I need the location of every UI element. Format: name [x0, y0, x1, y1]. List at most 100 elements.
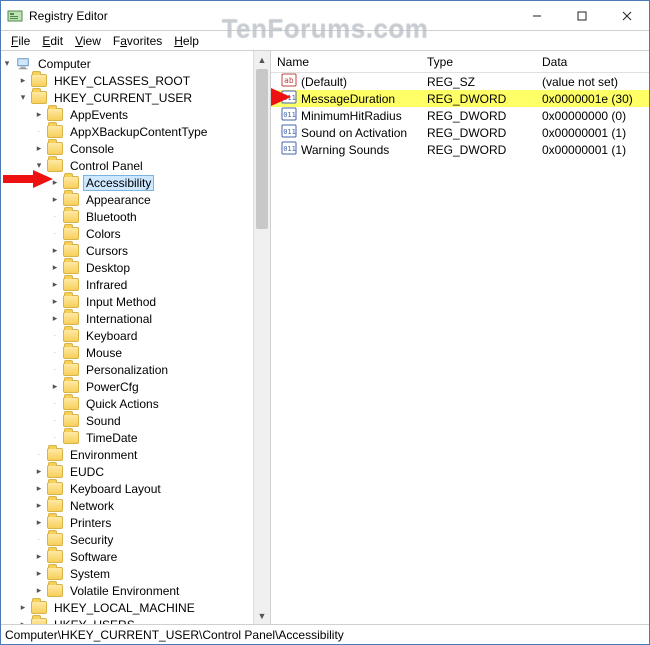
expand-toggle[interactable]: ·	[33, 534, 45, 546]
menu-edit[interactable]: Edit	[36, 32, 69, 50]
expand-toggle[interactable]: ·	[49, 398, 61, 410]
tree-node-desktop[interactable]: ▸Desktop	[1, 259, 270, 276]
tree-node-computer[interactable]: ▾Computer	[1, 55, 270, 72]
tree-node-timedate[interactable]: ·TimeDate	[1, 429, 270, 446]
expand-toggle[interactable]: ▸	[17, 619, 29, 625]
tree-node-quickactions[interactable]: ·Quick Actions	[1, 395, 270, 412]
expand-toggle[interactable]: ▸	[33, 500, 45, 512]
close-button[interactable]	[604, 1, 649, 30]
expand-toggle[interactable]: ▾	[1, 58, 13, 70]
list-row[interactable]: 011Sound on ActivationREG_DWORD0x0000000…	[271, 124, 649, 141]
value-name: MessageDuration	[301, 92, 395, 106]
values-pane[interactable]: Name Type Data ab(Default)REG_SZ(value n…	[271, 51, 649, 624]
column-header-type[interactable]: Type	[421, 55, 536, 69]
tree-node-environment[interactable]: ·Environment	[1, 446, 270, 463]
tree-node-hkcu[interactable]: ▾HKEY_CURRENT_USER	[1, 89, 270, 106]
tree-node-printers[interactable]: ▸Printers	[1, 514, 270, 531]
tree-node-keyboardlayout[interactable]: ▸Keyboard Layout	[1, 480, 270, 497]
menu-help[interactable]: Help	[168, 32, 205, 50]
expand-toggle[interactable]: ▸	[49, 194, 61, 206]
expand-toggle[interactable]: ▸	[49, 262, 61, 274]
menu-view[interactable]: View	[69, 32, 107, 50]
scroll-thumb[interactable]	[256, 69, 268, 229]
tree-node-console[interactable]: ▸Console	[1, 140, 270, 157]
expand-toggle[interactable]: ·	[33, 449, 45, 461]
expand-toggle[interactable]: ▸	[49, 245, 61, 257]
tree-node-personalization[interactable]: ·Personalization	[1, 361, 270, 378]
list-header: Name Type Data	[271, 51, 649, 73]
expand-toggle[interactable]: ▸	[49, 177, 61, 189]
tree-node-cursors[interactable]: ▸Cursors	[1, 242, 270, 259]
scroll-down-icon[interactable]: ▼	[254, 607, 270, 624]
expand-toggle[interactable]: ·	[49, 415, 61, 427]
tree-scrollbar[interactable]: ▲ ▼	[253, 51, 270, 624]
tree-node-infrared[interactable]: ▸ Infrared	[1, 276, 270, 293]
tree-node-bluetooth[interactable]: · Bluetooth	[1, 208, 270, 225]
tree-pane[interactable]: ▾Computer▸HKEY_CLASSES_ROOT▾HKEY_CURRENT…	[1, 51, 271, 624]
expand-toggle[interactable]: ·	[49, 432, 61, 444]
maximize-button[interactable]	[559, 1, 604, 30]
expand-toggle[interactable]: ▸	[17, 602, 29, 614]
tree-node-sound[interactable]: ·Sound	[1, 412, 270, 429]
tree-node-eudc[interactable]: ▸EUDC	[1, 463, 270, 480]
tree-node-inputmethod[interactable]: ▸ Input Method	[1, 293, 270, 310]
tree-label: Control Panel	[67, 158, 146, 174]
list-row[interactable]: 011Warning SoundsREG_DWORD0x00000001 (1)	[271, 141, 649, 158]
tree-node-colors[interactable]: ·Colors	[1, 225, 270, 242]
expand-toggle[interactable]: ▸	[33, 466, 45, 478]
expand-toggle[interactable]: ▸	[49, 313, 61, 325]
tree-label: Bluetooth	[83, 209, 140, 225]
tree-node-system[interactable]: ▸System	[1, 565, 270, 582]
expand-toggle[interactable]: ▸	[49, 296, 61, 308]
expand-toggle[interactable]: ▸	[17, 75, 29, 87]
tree-node-mouse[interactable]: ·Mouse	[1, 344, 270, 361]
tree-node-hkcr[interactable]: ▸HKEY_CLASSES_ROOT	[1, 72, 270, 89]
folder-icon	[63, 295, 79, 308]
column-header-name[interactable]: Name	[271, 55, 421, 69]
tree-node-hku[interactable]: ▸HKEY_USERS	[1, 616, 270, 624]
tree-node-volatileenv[interactable]: ▸Volatile Environment	[1, 582, 270, 599]
expand-toggle[interactable]: ·	[49, 364, 61, 376]
tree-node-security[interactable]: ·Security	[1, 531, 270, 548]
expand-toggle[interactable]: ·	[49, 347, 61, 359]
tree-node-controlpanel[interactable]: ▾ Control Panel	[1, 157, 270, 174]
expand-toggle[interactable]: ·	[49, 211, 61, 223]
list-row[interactable]: ab(Default)REG_SZ(value not set)	[271, 73, 649, 90]
expand-toggle[interactable]: ▾	[17, 92, 29, 104]
expand-toggle[interactable]: ▸	[49, 279, 61, 291]
tree-node-appearance[interactable]: ▸Appearance	[1, 191, 270, 208]
tree-label: Input Method	[83, 294, 159, 310]
tree-node-international[interactable]: ▸International	[1, 310, 270, 327]
expand-toggle[interactable]: ▸	[33, 568, 45, 580]
menu-file[interactable]: File	[5, 32, 36, 50]
value-type: REG_DWORD	[421, 109, 536, 123]
tree-node-software[interactable]: ▸Software	[1, 548, 270, 565]
expand-toggle[interactable]: ▸	[49, 381, 61, 393]
expand-toggle[interactable]: ·	[49, 330, 61, 342]
scroll-up-icon[interactable]: ▲	[254, 51, 270, 68]
expand-toggle[interactable]: ·	[49, 228, 61, 240]
tree-node-appevents[interactable]: ▸ AppEvents	[1, 106, 270, 123]
expand-toggle[interactable]: ▾	[33, 160, 45, 172]
expand-toggle[interactable]: ·	[33, 126, 45, 138]
tree-node-keyboard[interactable]: ·Keyboard	[1, 327, 270, 344]
folder-icon	[31, 601, 47, 614]
tree-node-accessibility[interactable]: ▸Accessibility	[1, 174, 270, 191]
expand-toggle[interactable]: ▸	[33, 551, 45, 563]
tree-node-powercfg[interactable]: ▸PowerCfg	[1, 378, 270, 395]
menu-favorites[interactable]: Favorites	[107, 32, 168, 50]
expand-toggle[interactable]: ▸	[33, 143, 45, 155]
tree-node-network[interactable]: ▸Network	[1, 497, 270, 514]
list-row[interactable]: 011MessageDurationREG_DWORD0x0000001e (3…	[271, 90, 649, 107]
tree-node-appxbackup[interactable]: ·AppXBackupContentType	[1, 123, 270, 140]
column-header-data[interactable]: Data	[536, 55, 649, 69]
expand-toggle[interactable]: ▸	[33, 517, 45, 529]
expand-toggle[interactable]: ▸	[33, 109, 45, 121]
tree-label: Infrared	[83, 277, 130, 293]
expand-toggle[interactable]: ▸	[33, 483, 45, 495]
tree-node-hklm[interactable]: ▸HKEY_LOCAL_MACHINE	[1, 599, 270, 616]
list-row[interactable]: 011MinimumHitRadiusREG_DWORD0x00000000 (…	[271, 107, 649, 124]
expand-toggle[interactable]: ▸	[33, 585, 45, 597]
tree-label: AppEvents	[67, 107, 131, 123]
minimize-button[interactable]	[514, 1, 559, 30]
